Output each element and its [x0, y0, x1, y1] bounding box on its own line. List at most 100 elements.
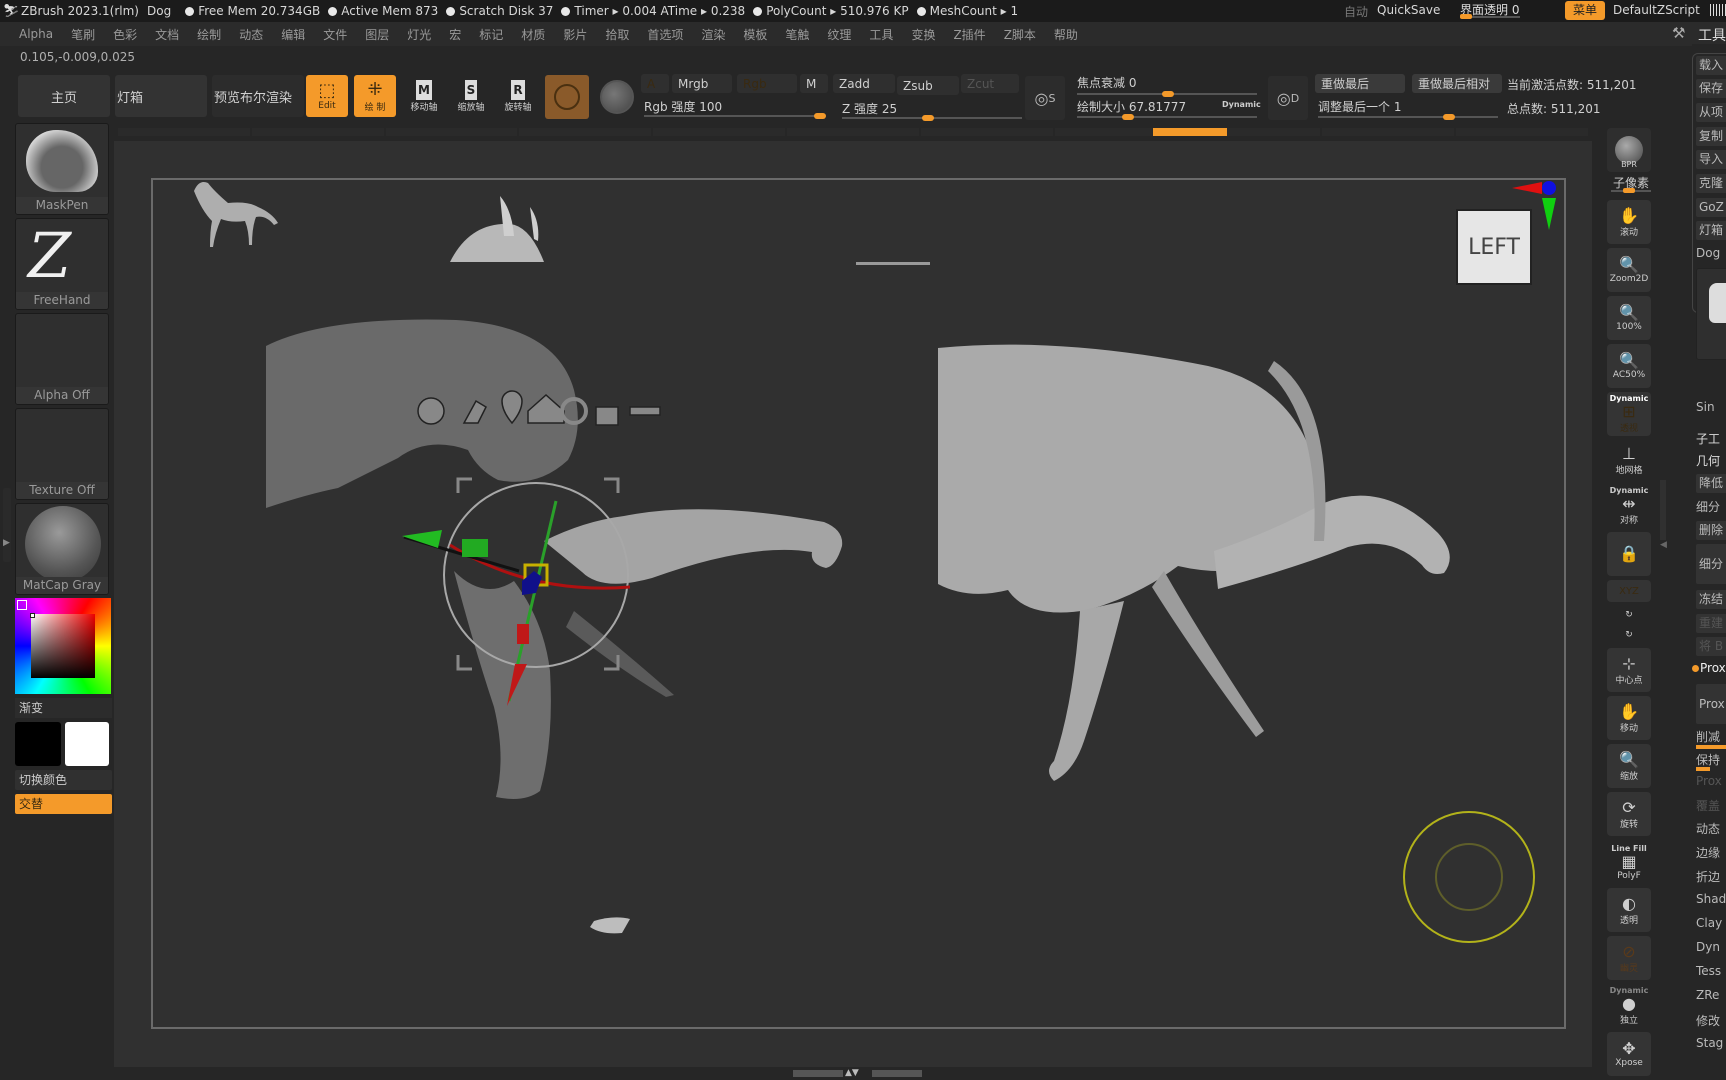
- menu-transform[interactable]: 变换: [902, 26, 944, 43]
- draw-size-slider[interactable]: [1077, 114, 1257, 120]
- ui-transparency-slider[interactable]: [1460, 14, 1520, 19]
- menu-button[interactable]: 菜单: [1565, 1, 1606, 20]
- transparency-button[interactable]: ◐ 透明: [1607, 888, 1651, 932]
- live-boolean-button[interactable]: 预览布尔渲染: [212, 75, 304, 117]
- ac50-button[interactable]: 🔍 AC50%: [1607, 344, 1651, 388]
- spotlight-icon[interactable]: [600, 80, 634, 114]
- claypolish-section[interactable]: Clay: [1696, 916, 1722, 930]
- move-button[interactable]: M 移动轴: [403, 75, 445, 117]
- rotate-button[interactable]: R 旋转轴: [497, 75, 539, 117]
- right-tray-toggle-icon[interactable]: ◀: [1660, 540, 1667, 550]
- menu-light[interactable]: 灯光: [398, 26, 440, 43]
- subpixel-slider[interactable]: [1611, 188, 1651, 196]
- y-rotation-button[interactable]: ↻: [1607, 606, 1651, 624]
- menu-alpha[interactable]: Alpha: [10, 27, 62, 41]
- tool-goz-button[interactable]: GoZ: [1696, 198, 1726, 217]
- shadowbox-section[interactable]: Shad: [1696, 892, 1726, 906]
- redo-last-button[interactable]: 重做最后: [1315, 74, 1405, 93]
- alternate-button[interactable]: 交替: [15, 794, 112, 814]
- view-cube-left[interactable]: LEFT: [1456, 209, 1532, 285]
- zremesher-section[interactable]: ZRe: [1696, 988, 1719, 1002]
- shelf-active-tab-indicator[interactable]: [1153, 128, 1227, 136]
- tessimate-section[interactable]: Tess: [1696, 964, 1721, 978]
- menu-file[interactable]: 文件: [314, 26, 356, 43]
- default-zscript-button[interactable]: DefaultZScript: [1613, 3, 1700, 17]
- alpha-selector[interactable]: Alpha Off: [15, 313, 109, 405]
- home-button[interactable]: 主页: [18, 75, 110, 117]
- keep-slider[interactable]: [1696, 767, 1710, 771]
- brush-s-icon[interactable]: ◎ S: [1025, 76, 1065, 120]
- menu-macro[interactable]: 宏: [440, 26, 470, 43]
- draw-button[interactable]: ⁜ 绘 制: [354, 75, 396, 117]
- tool-load-button[interactable]: 载入: [1696, 56, 1726, 75]
- polyframe-button[interactable]: Line Fill ▦ PolyF: [1607, 840, 1651, 884]
- edge-loop-section[interactable]: 边缘: [1696, 844, 1720, 861]
- crease-section[interactable]: 折边: [1696, 868, 1720, 885]
- switch-color-button[interactable]: 切换颜色: [15, 770, 112, 790]
- gizmo-3d-button[interactable]: [545, 75, 589, 119]
- hue-marker[interactable]: [17, 600, 27, 610]
- menu-movie[interactable]: 影片: [554, 26, 596, 43]
- menu-brush[interactable]: 笔刷: [62, 26, 104, 43]
- menu-dynamics[interactable]: 动态: [230, 26, 272, 43]
- color-saturation-square[interactable]: [31, 614, 95, 678]
- menu-texture[interactable]: 纹理: [818, 26, 860, 43]
- scroll-button[interactable]: ✋ 滚动: [1607, 200, 1651, 244]
- right-shelf-scrollbar[interactable]: [1660, 480, 1666, 540]
- bottom-tray-toggle-icon[interactable]: ▲▼: [845, 1068, 859, 1078]
- menu-material[interactable]: 材质: [512, 26, 554, 43]
- convert-bpr-button[interactable]: 将 B: [1696, 637, 1726, 656]
- symmetry-button[interactable]: Dynamic ⇹ 对称: [1607, 484, 1651, 528]
- solo-button[interactable]: Dynamic ● 独立: [1607, 984, 1651, 1028]
- menu-stroke[interactable]: 笔触: [776, 26, 818, 43]
- brush-selector[interactable]: MaskPen: [15, 123, 109, 215]
- delete-lower-button[interactable]: 删除: [1696, 521, 1726, 540]
- menu-preferences[interactable]: 首选项: [638, 26, 692, 43]
- adjust-last-slider[interactable]: [1318, 114, 1498, 120]
- actual-size-button[interactable]: 🔍 100%: [1607, 296, 1651, 340]
- modify-topology-section[interactable]: 修改: [1696, 1012, 1720, 1029]
- menu-draw[interactable]: 绘制: [188, 26, 230, 43]
- subtool-section[interactable]: 子工: [1696, 430, 1720, 447]
- zoom2d-button[interactable]: 🔍 Zoom2D: [1607, 248, 1651, 292]
- frame-center-button[interactable]: ⊹ 中心点: [1607, 648, 1651, 692]
- ghost-button[interactable]: ⊘ 幽灵: [1607, 936, 1651, 980]
- tool-copy-button[interactable]: 复制: [1696, 127, 1726, 146]
- reduce-slider[interactable]: [1696, 745, 1726, 749]
- tool-load-from-project-button[interactable]: 从项: [1696, 103, 1726, 122]
- proxy-button[interactable]: Prox: [1696, 684, 1726, 724]
- tool-palette-title[interactable]: 工具: [1698, 25, 1726, 45]
- lower-res-button[interactable]: 降低: [1696, 474, 1726, 493]
- zcut-toggle[interactable]: Zcut: [961, 74, 1019, 93]
- secondary-color-swatch[interactable]: [65, 722, 109, 766]
- lightbox-button[interactable]: 灯箱: [115, 75, 207, 117]
- focal-shift-slider[interactable]: [1077, 91, 1257, 97]
- mrgb-toggle[interactable]: Mrgb: [672, 74, 732, 93]
- menu-stencil[interactable]: 模板: [734, 26, 776, 43]
- dynamesh-section[interactable]: Dyn: [1696, 940, 1720, 954]
- menu-edit[interactable]: 编辑: [272, 26, 314, 43]
- color-marker[interactable]: [30, 613, 35, 618]
- brush-d-icon[interactable]: ◎ D: [1268, 76, 1308, 120]
- rotate-view-button[interactable]: ⟳ 旋转: [1607, 792, 1651, 836]
- quicksave-button[interactable]: QuickSave: [1377, 3, 1440, 17]
- title-scroll-handle[interactable]: [1710, 4, 1726, 16]
- menu-picker[interactable]: 拾取: [596, 26, 638, 43]
- bpr-button[interactable]: BPR: [1607, 128, 1651, 172]
- z-rotation-button[interactable]: ↻: [1607, 626, 1651, 644]
- gradient-toggle[interactable]: 渐变: [15, 698, 112, 718]
- tool-import-button[interactable]: 导入: [1696, 150, 1726, 169]
- proxy-pos-toggle[interactable]: Prox: [1692, 661, 1726, 675]
- menu-document[interactable]: 文档: [146, 26, 188, 43]
- perspective-button[interactable]: Dynamic ⊞ 透视: [1607, 392, 1651, 436]
- edit-button[interactable]: ⬚ Edit: [306, 75, 348, 117]
- menu-layer[interactable]: 图层: [356, 26, 398, 43]
- divide-button[interactable]: 细分: [1696, 544, 1726, 584]
- bottom-tray-handle-left[interactable]: [793, 1070, 843, 1077]
- menu-zscript[interactable]: Z脚本: [995, 26, 1045, 43]
- reconstruct-subdiv-button[interactable]: 重建: [1696, 614, 1726, 633]
- tool-lightbox-button[interactable]: 灯箱: [1696, 221, 1726, 240]
- xpose-button[interactable]: ✥ Xpose: [1607, 1032, 1651, 1076]
- scale-button[interactable]: S 缩放轴: [450, 75, 492, 117]
- zsub-toggle[interactable]: Zsub: [897, 76, 959, 95]
